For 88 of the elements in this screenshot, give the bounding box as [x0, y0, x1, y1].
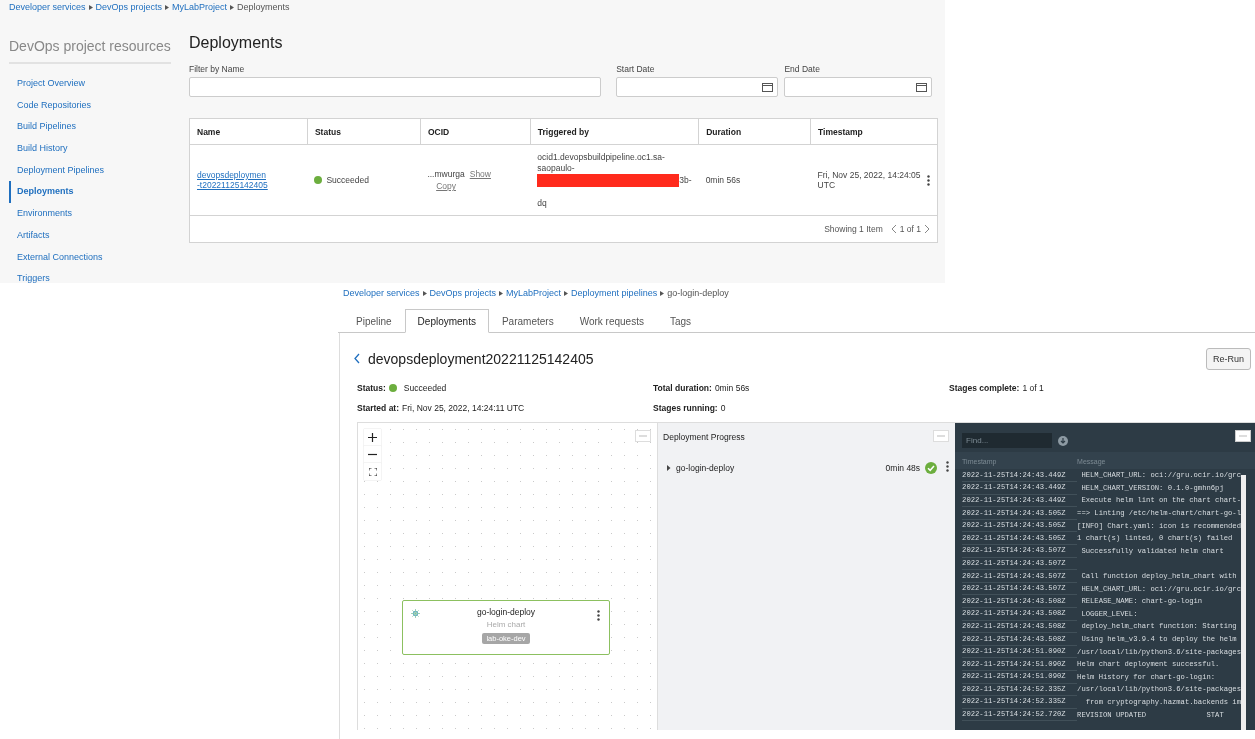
- ocid-text: ...mwurga: [427, 168, 465, 180]
- info-label: Status:: [357, 383, 386, 394]
- info-label: Stages complete:: [949, 383, 1020, 394]
- stage-title: go-login-deploy: [476, 607, 536, 617]
- info-label: Stages running:: [653, 402, 718, 413]
- column-header: OCID: [420, 118, 531, 145]
- sidebar-item[interactable]: Artifacts: [9, 224, 171, 247]
- info-value: Fri, Nov 25, 2022, 14:24:11 UTC: [402, 402, 525, 413]
- sidebar-item[interactable]: Deployments: [9, 181, 171, 204]
- input-field[interactable]: [189, 77, 602, 97]
- chevron-icon: [165, 4, 170, 10]
- breadcrumb-link[interactable]: Developer services: [343, 288, 420, 298]
- chevron-icon: [422, 290, 427, 296]
- chevron-icon: [564, 290, 569, 296]
- stage-type: Helm chart: [486, 620, 526, 629]
- column-header: Timestamp: [810, 118, 938, 145]
- next-page-icon[interactable]: [924, 224, 930, 234]
- field-label: Start Date: [616, 64, 656, 74]
- tab[interactable]: Parameters: [488, 309, 567, 333]
- rerun-button[interactable]: Re-Run: [1206, 347, 1251, 370]
- status-text: Succeeded: [326, 175, 369, 185]
- zoom-out-icon[interactable]: [364, 446, 381, 463]
- breadcrumb-link[interactable]: MyLabProject: [172, 2, 228, 12]
- deployment-title: devopsdeployment20221125142405: [368, 350, 595, 367]
- sidebar-item[interactable]: External Connections: [9, 246, 171, 269]
- sidebar-item[interactable]: Triggers: [9, 268, 171, 283]
- info-label: Total duration:: [653, 383, 712, 394]
- timestamp-text: Fri, Nov 25, 2022, 14:24:05 UTC: [817, 170, 921, 190]
- date-field[interactable]: [784, 77, 932, 97]
- sidebar-item[interactable]: Environments: [9, 203, 171, 225]
- more-options-icon[interactable]: [927, 174, 930, 186]
- sidebar-item[interactable]: Project Overview: [9, 73, 171, 95]
- item-count: Showing 1 Item: [824, 224, 883, 234]
- chevron-icon: [660, 290, 665, 296]
- sidebar-item[interactable]: Deployment Pipelines: [9, 159, 171, 182]
- calendar-icon[interactable]: [916, 82, 927, 92]
- stage-menu-icon[interactable]: [946, 461, 950, 472]
- back-icon[interactable]: [354, 353, 360, 364]
- zoom-in-icon[interactable]: [364, 429, 381, 446]
- sidebar-item[interactable]: Build Pipelines: [9, 116, 171, 139]
- calendar-icon[interactable]: [762, 82, 774, 92]
- date-field[interactable]: [616, 77, 779, 97]
- chevron-icon: [499, 290, 504, 296]
- column-header: Status: [307, 118, 421, 145]
- pipeline-ocid-text: dq: [537, 197, 548, 209]
- stage-name: go-login-deploy: [676, 462, 736, 473]
- column-header: Triggered by: [530, 118, 699, 145]
- field-label: End Date: [784, 64, 821, 74]
- chevron-icon: [230, 4, 235, 10]
- tab[interactable]: Work requests: [566, 309, 657, 333]
- stage-duration: 0min 48s: [885, 462, 921, 473]
- show-link[interactable]: Show: [469, 168, 491, 192]
- helm-icon: [411, 609, 420, 618]
- breadcrumb-link[interactable]: DevOps projects: [95, 2, 163, 12]
- sidebar-item[interactable]: Build History: [9, 138, 171, 160]
- deployment-link[interactable]: devopsdeploymen-t20221125142405: [197, 170, 268, 190]
- breadcrumb-link[interactable]: MyLabProject: [506, 288, 562, 298]
- sidebar-title: DevOps project resources: [9, 38, 171, 64]
- pipeline-ocid-text: ocid1.devopsbuildpipeline.oc1.sa-: [537, 151, 666, 163]
- info-value: 1 of 1: [1022, 383, 1044, 394]
- page-title: Deployments: [189, 34, 284, 52]
- breadcrumb-link[interactable]: DevOps projects: [429, 288, 497, 298]
- download-icon[interactable]: [1058, 435, 1069, 446]
- find-field[interactable]: Find...: [962, 433, 1053, 448]
- info-label: Started at:: [357, 402, 400, 413]
- previous-page-icon[interactable]: [890, 224, 897, 234]
- breadcrumb-link[interactable]: Deployment pipelines: [571, 288, 658, 298]
- breadcrumb-link[interactable]: Developer services: [9, 2, 86, 12]
- pipeline-ocid-text: saopaulo-: [537, 162, 576, 174]
- tab[interactable]: Tags: [656, 309, 705, 333]
- scrollbar[interactable]: [1241, 475, 1246, 730]
- tab[interactable]: Deployments: [404, 309, 489, 333]
- page-indicator: 1 of 1: [899, 224, 921, 234]
- chevron-icon: [88, 4, 93, 10]
- duration-text: 0min 56s: [705, 175, 741, 185]
- stage-menu-icon[interactable]: [597, 610, 600, 621]
- info-value: 0: [720, 402, 726, 413]
- field-label: Filter by Name: [189, 64, 246, 74]
- expand-caret-icon[interactable]: [666, 464, 672, 471]
- sidebar-item[interactable]: Code Repositories: [9, 94, 171, 117]
- column-header: Duration: [698, 118, 811, 145]
- panel-title: Deployment Progress: [663, 432, 745, 442]
- tab[interactable]: Pipeline: [343, 309, 405, 333]
- pipeline-ocid-text: 3b-: [679, 174, 692, 186]
- info-value: Succeeded: [403, 383, 447, 394]
- column-header: Name: [189, 118, 308, 145]
- copy-link[interactable]: Copy: [436, 180, 456, 192]
- info-value: 0min 56s: [714, 383, 750, 394]
